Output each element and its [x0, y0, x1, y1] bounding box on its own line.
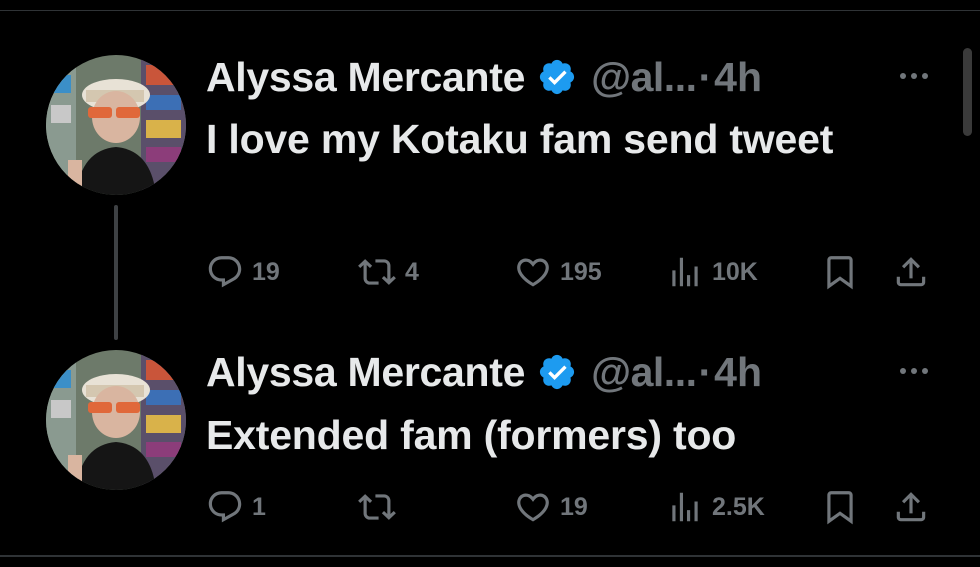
- views-icon: [672, 257, 698, 287]
- share-icon: [896, 257, 926, 287]
- action-bar: 1 19 2.5K: [0, 487, 980, 527]
- bookmark-button[interactable]: [821, 252, 859, 292]
- timestamp[interactable]: 4h: [714, 54, 762, 101]
- reply-count: 19: [252, 257, 280, 286]
- reply-icon: [208, 256, 242, 288]
- like-count: 195: [560, 257, 602, 286]
- view-count: 2.5K: [712, 492, 765, 521]
- repost-button[interactable]: [357, 487, 405, 527]
- tweet-text: I love my Kotaku fam send tweet: [206, 116, 834, 162]
- like-button[interactable]: 19: [514, 487, 588, 527]
- repost-button[interactable]: 4: [357, 252, 419, 292]
- reply-button[interactable]: 19: [206, 252, 280, 292]
- verified-badge-icon[interactable]: [537, 352, 577, 392]
- tweet-text: Extended fam (formers) too: [206, 412, 737, 458]
- bookmark-icon: [827, 256, 853, 290]
- separator-dot: ·: [698, 348, 713, 395]
- scrollbar[interactable]: [963, 48, 972, 136]
- repost-count: 4: [405, 257, 419, 286]
- author-handle[interactable]: @al...: [591, 349, 697, 396]
- avatar[interactable]: [46, 350, 186, 490]
- more-icon[interactable]: [895, 361, 935, 381]
- views-button[interactable]: 2.5K: [666, 487, 765, 527]
- like-icon: [517, 493, 549, 522]
- views-button[interactable]: 10K: [666, 252, 758, 292]
- like-icon: [517, 258, 549, 287]
- bookmark-button[interactable]: [821, 487, 859, 527]
- views-icon: [672, 492, 698, 522]
- action-bar: 19 4 195 10K: [0, 252, 980, 292]
- avatar[interactable]: [46, 55, 186, 195]
- repost-icon: [358, 259, 396, 285]
- separator-dot: ·: [698, 53, 713, 100]
- view-count: 10K: [712, 257, 758, 286]
- top-divider: [0, 10, 980, 11]
- bottom-divider: [0, 555, 980, 557]
- more-icon[interactable]: [895, 66, 935, 86]
- timestamp[interactable]: 4h: [714, 349, 762, 396]
- repost-icon: [358, 494, 396, 520]
- share-button[interactable]: [892, 252, 930, 292]
- share-icon: [896, 492, 926, 522]
- reply-count: 1: [252, 492, 266, 521]
- bookmark-icon: [827, 491, 853, 525]
- author-name[interactable]: Alyssa Mercante: [206, 54, 525, 101]
- share-button[interactable]: [892, 487, 930, 527]
- like-count: 19: [560, 492, 588, 521]
- like-button[interactable]: 195: [514, 252, 602, 292]
- reply-button[interactable]: 1: [206, 487, 266, 527]
- reply-icon: [208, 491, 242, 523]
- author-name[interactable]: Alyssa Mercante: [206, 349, 525, 396]
- verified-badge-icon[interactable]: [537, 57, 577, 97]
- author-handle[interactable]: @al...: [591, 54, 697, 101]
